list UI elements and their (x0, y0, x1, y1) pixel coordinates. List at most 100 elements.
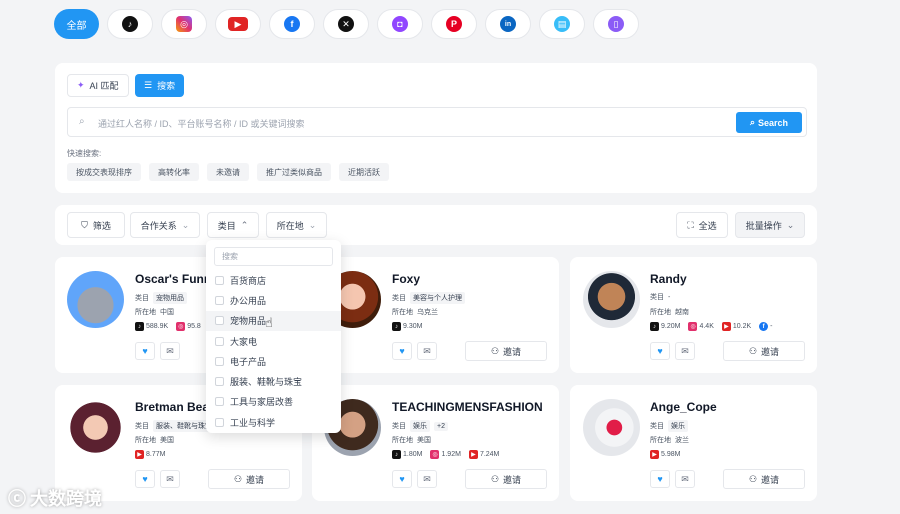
category-search-input[interactable]: 搜索 (214, 247, 333, 266)
stats-row: ♪ 588.9K ◎ 95.8 (135, 322, 205, 331)
platform-all-button[interactable]: 全部 (54, 9, 99, 39)
chevron-down-icon: ⌄ (308, 219, 317, 230)
checkbox[interactable] (215, 356, 224, 366)
youtube-icon: ▶ (135, 450, 144, 459)
influencer-name: Bretman Beau (135, 400, 217, 414)
select-all-button[interactable]: ⛶ 全选 (676, 212, 728, 238)
category-row: 类目 娱乐 (650, 420, 688, 432)
platform-x-button[interactable]: ✕ (323, 9, 369, 39)
batch-operations-dropdown[interactable]: 批量操作 ⌄ (735, 212, 805, 238)
category-dropdown[interactable]: 类目 ⌃ (207, 212, 259, 238)
favorite-button[interactable]: ♥ (135, 470, 155, 488)
user-icon: ⚇ (233, 473, 243, 484)
quick-chip[interactable]: 未邀请 (207, 163, 249, 181)
linkedin-icon: in (500, 16, 516, 32)
search-button[interactable]: ⌕ Search (736, 112, 802, 133)
category-option[interactable]: 办公用品 (206, 290, 341, 310)
heart-icon: ♥ (657, 474, 663, 484)
influencer-card[interactable]: Ange_Cope 类目 娱乐 所在地 波兰 ▶ 5.98M ♥ ✉ ⚇ 邀请 (570, 385, 817, 501)
message-button[interactable]: ✉ (160, 470, 180, 488)
location-dropdown[interactable]: 所在地 ⌄ (266, 212, 327, 238)
search-placeholder: 通过红人名称 / ID、平台账号名称 / ID 或关键词搜索 (98, 119, 305, 129)
heart-icon: ♥ (657, 346, 663, 356)
category-option[interactable]: 百货商店 (206, 270, 341, 290)
cooperation-dropdown[interactable]: 合作关系 ⌄ (130, 212, 200, 238)
sparkle-icon: ✦ (77, 80, 85, 90)
checkbox[interactable] (215, 295, 224, 305)
quick-chip[interactable]: 推广过类似商品 (257, 163, 331, 181)
facebook-icon: f (284, 16, 300, 32)
platform-pinterest-button[interactable]: P (431, 9, 477, 39)
filter-button[interactable]: ⛉ 筛选 (67, 212, 125, 238)
favorite-button[interactable]: ♥ (392, 470, 412, 488)
invite-button[interactable]: ⚇ 邀请 (465, 469, 547, 489)
checkbox[interactable] (215, 397, 224, 407)
message-button[interactable]: ✉ (417, 342, 437, 360)
platform-instagram-button[interactable]: ◎ (161, 9, 207, 39)
avatar (67, 399, 124, 456)
checkbox[interactable] (215, 316, 224, 326)
message-button[interactable]: ✉ (675, 470, 695, 488)
invite-button[interactable]: ⚇ 邀请 (208, 469, 290, 489)
category-option[interactable]: 大家电 (206, 331, 341, 351)
location-row: 所在地 乌克兰 (392, 309, 438, 316)
user-icon: ⚇ (490, 345, 500, 356)
heart-icon: ♥ (399, 474, 405, 484)
category-option[interactable]: 电子产品 (206, 351, 341, 371)
category-dropdown-menu: 搜索 百货商店 办公用品 宠物用品 大家电 电子产品 服装、鞋靴与珠宝 工具与家… (206, 240, 341, 433)
location-row: 所在地 美国 (135, 437, 174, 444)
influencer-name: Randy (650, 272, 687, 286)
tiktok-icon: ♪ (135, 322, 144, 331)
tiktok-icon: ♪ (392, 322, 401, 331)
quick-chip[interactable]: 高转化率 (149, 163, 199, 181)
search-input[interactable]: ⌕ 通过红人名称 / ID、平台账号名称 / ID 或关键词搜索 ⌕ Searc… (67, 107, 807, 137)
influencer-card[interactable]: Randy 类目 - 所在地 越南 ♪ 9.20M ◎ 4.4K ▶ 10.2K f- ♥… (570, 257, 817, 373)
mail-icon: ✉ (166, 473, 174, 484)
location-row: 所在地 美国 (392, 437, 431, 444)
favorite-button[interactable]: ♥ (392, 342, 412, 360)
category-option[interactable]: 工业与科学 (206, 412, 341, 432)
invite-button[interactable]: ⚇ 邀请 (465, 341, 547, 361)
ai-match-tab[interactable]: ✦ AI 匹配 (67, 74, 129, 97)
quick-chip[interactable]: 按成交表现排序 (67, 163, 141, 181)
x-icon: ✕ (338, 16, 354, 32)
influencer-card[interactable]: Foxy 类目 美容与个人护理 所在地 乌克兰 ♪ 9.30M ♥ ✉ ⚇ 邀请 (312, 257, 559, 373)
platform-tiktok-button[interactable]: ♪ (107, 9, 153, 39)
checkbox[interactable] (215, 377, 224, 387)
platform-linkedin-button[interactable]: in (485, 9, 531, 39)
mail-icon: ✉ (681, 345, 689, 356)
message-button[interactable]: ✉ (160, 342, 180, 360)
message-button[interactable]: ✉ (417, 470, 437, 488)
platform-facebook-button[interactable]: f (269, 9, 315, 39)
watermark-logo: ⓒ 大数跨境 (8, 485, 102, 511)
platform-phone-button[interactable]: ▯ (593, 9, 639, 39)
checkbox[interactable] (215, 417, 224, 427)
more-categories-badge[interactable]: +2 (434, 421, 448, 431)
favorite-button[interactable]: ♥ (650, 470, 670, 488)
checkbox[interactable] (215, 336, 224, 346)
search-tab[interactable]: ☰ 搜索 (135, 74, 185, 97)
platform-message-button[interactable]: ▤ (539, 9, 585, 39)
stats-row: ▶ 5.98M (650, 450, 684, 459)
category-option[interactable]: 服装、鞋靴与珠宝 (206, 371, 341, 391)
twitch-icon: ◘ (392, 16, 408, 32)
platform-youtube-button[interactable]: ▶ (215, 9, 261, 39)
platform-filter-bar: 全部 ♪ ◎ ▶ f ✕ ◘ P in ▤ ▯ (54, 9, 639, 39)
invite-button[interactable]: ⚇ 邀请 (723, 469, 805, 489)
category-option[interactable]: 工具与家居改善 (206, 392, 341, 412)
favorite-button[interactable]: ♥ (135, 342, 155, 360)
platform-twitch-button[interactable]: ◘ (377, 9, 423, 39)
phone-icon: ▯ (608, 16, 624, 32)
location-row: 所在地 越南 (650, 309, 689, 316)
chevron-down-icon: ⌄ (181, 219, 190, 230)
message-button[interactable]: ✉ (675, 342, 695, 360)
quick-chip[interactable]: 近期活跃 (339, 163, 389, 181)
instagram-icon: ◎ (430, 450, 440, 459)
invite-button[interactable]: ⚇ 邀请 (723, 341, 805, 361)
heart-icon: ♥ (142, 346, 148, 356)
category-option[interactable]: 宠物用品 (206, 310, 341, 331)
checkbox[interactable] (215, 275, 224, 285)
search-panel: ✦ AI 匹配 ☰ 搜索 ⌕ 通过红人名称 / ID、平台账号名称 / ID 或… (55, 63, 817, 193)
favorite-button[interactable]: ♥ (650, 342, 670, 360)
influencer-card[interactable]: TEACHINGMENSFASHION 类目 娱乐 +2 所在地 美国 ♪ 1.80M … (312, 385, 559, 501)
